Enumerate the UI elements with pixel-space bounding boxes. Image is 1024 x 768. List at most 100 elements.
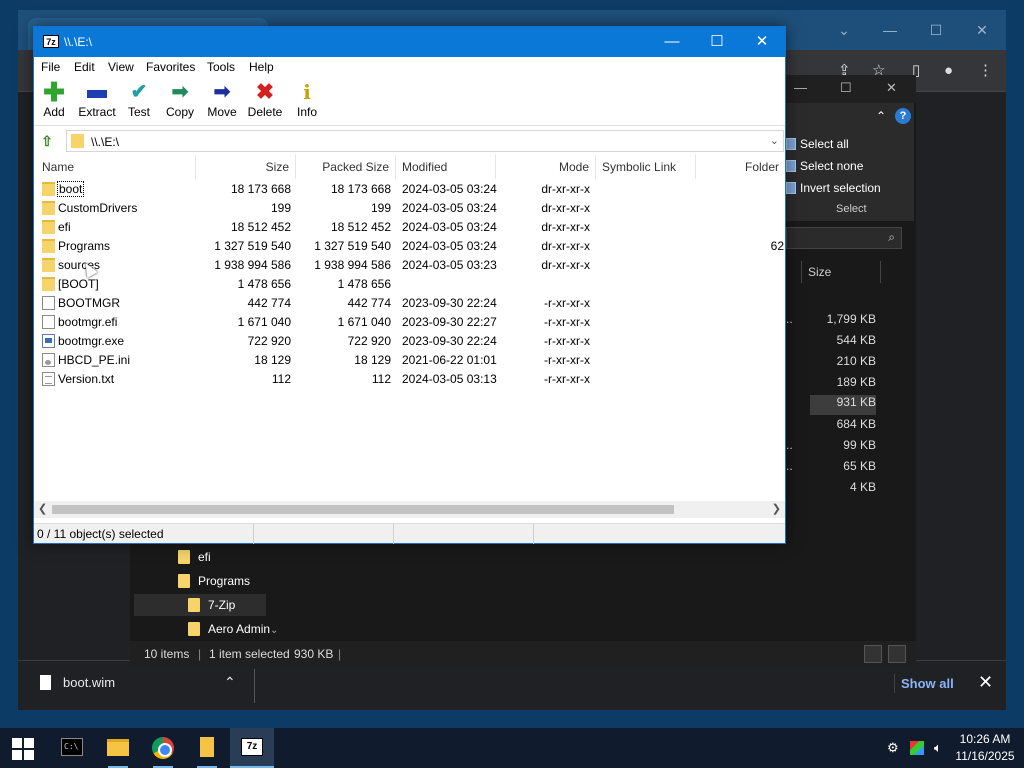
show-all-button[interactable]: Show all [894,674,960,693]
folder-icon [42,220,55,234]
add-icon: ✚ [43,77,65,107]
extract-icon [75,80,119,104]
nav-item-programs[interactable]: Programs [178,570,288,592]
ribbon-group-label: Select [836,203,867,215]
download-item[interactable]: boot.wim [40,675,115,690]
taskbar-chrome[interactable] [141,728,185,768]
tab-search-icon[interactable]: ⌄ [824,16,864,44]
chevron-up-icon[interactable]: ⌃ [224,674,236,691]
file-icon [42,334,55,348]
menu-favorites[interactable]: Favorites [146,60,195,74]
maximize-icon[interactable]: ☐ [840,80,852,96]
statusbar: 0 / 11 object(s) selected [34,523,785,544]
add-button[interactable]: ✚ Add [32,77,76,124]
taskbar-7zip[interactable]: 7z [230,728,274,768]
network-icon[interactable]: ⚙ [887,741,899,755]
move-button[interactable]: ➡ Move [200,80,244,124]
menu-icon[interactable]: ⋮ [978,62,993,80]
file-packed-size: 1 327 519 540 [314,239,391,253]
file-row[interactable]: bootmgr.efi 1 671 040 1 671 040 2023-09-30 … [34,313,785,332]
file-size: 65 KB [843,459,876,473]
menu-file[interactable]: File [41,60,60,74]
scroll-left-icon[interactable]: ❮ [38,502,47,515]
info-button[interactable]: i Info [285,80,329,124]
scrollbar-thumb[interactable] [52,505,674,514]
file-row[interactable]: CustomDrivers 199 199 2024-03-05 03:24 dr-xr… [34,199,785,218]
scroll-down-icon[interactable]: ⌄ [270,625,278,636]
file-name: Version.txt [58,372,115,386]
delete-button[interactable]: ✖ Delete [243,80,287,124]
copy-icon: ➡ [171,81,189,103]
file-row[interactable]: bootmgr.exe 722 920 722 920 2023-09-30 22:2… [34,332,785,351]
7zip-window: 7z \\.\E:\ — ☐ ✕ File Edit View Favorite… [33,26,786,544]
nav-item-7zip[interactable]: 7-Zip [134,594,266,616]
column-header-packed-size[interactable]: Packed Size [296,155,396,179]
column-header-name[interactable]: Name [36,155,196,179]
clock[interactable]: 10:26 AM 11/16/2025 [952,731,1018,765]
test-icon: ✔ [130,81,148,103]
close-icon[interactable]: ✕ [886,80,897,96]
minimize-icon[interactable]: — [794,80,807,95]
close-download-bar-icon[interactable]: ✕ [978,672,993,693]
file-name: [BOOT] [58,277,99,291]
file-row[interactable]: HBCD_PE.ini 18 129 18 129 2021-06-22 01:01 -… [34,351,785,370]
delete-icon: ✖ [255,79,275,104]
chevron-down-icon[interactable]: ⌄ [770,134,779,147]
column-header-mode[interactable]: Mode [496,155,596,179]
horizontal-scrollbar[interactable]: ❮ ❯ [34,501,785,518]
select-none-button[interactable]: Select none [786,159,863,173]
collapse-ribbon-icon[interactable]: ⌃ [876,109,886,123]
minimize-icon[interactable]: — [649,27,695,57]
copy-button[interactable]: ➡ Copy [158,80,202,124]
file-row[interactable]: efi 18 512 452 18 512 452 2024-03-05 03:24 d… [34,218,785,237]
column-header-symbolic-link[interactable]: Symbolic Link [596,155,696,179]
profile-icon[interactable]: ● [944,62,953,80]
details-view-icon[interactable] [864,645,882,663]
file-row[interactable]: [BOOT] 1 478 656 1 478 656 [34,275,785,294]
up-folder-icon[interactable]: ⇧ [38,132,56,150]
extract-button[interactable]: Extract [75,80,119,124]
file-mode: dr-xr-xr-x [541,258,590,272]
file-row[interactable]: Programs 1 327 519 540 1 327 519 540 2024-0… [34,237,785,256]
close-icon[interactable]: ✕ [962,16,1002,44]
close-icon[interactable]: ✕ [739,27,785,57]
file-row[interactable]: boot 18 173 668 18 173 668 2024-03-05 03:24… [34,180,785,199]
test-button[interactable]: ✔ Test [117,80,161,124]
file-name: efi [58,220,71,234]
status-item-count: 10 items [144,647,190,661]
file-size-selected[interactable]: 931 KB [810,395,876,415]
column-header-size[interactable]: Size [196,155,296,179]
start-button[interactable] [12,738,34,760]
column-header-size[interactable]: Size [801,261,881,283]
select-all-button[interactable]: Select all [786,137,849,151]
file-row[interactable]: sources 1 938 994 586 1 938 994 586 2024-03… [34,256,785,275]
help-icon[interactable]: ? [895,108,911,124]
volume-muted-icon[interactable]: 🔈︎ [934,741,942,755]
file-size: 442 774 [247,296,291,310]
file-size: 18 173 668 [230,182,291,196]
invert-selection-button[interactable]: Invert selection [786,181,881,195]
address-input[interactable]: \\.\E:\ ⌄ [66,130,784,152]
file-row[interactable]: Version.txt 112 112 2024-03-05 03:13 -r-xr-x… [34,370,785,389]
taskbar-file-explorer[interactable] [96,728,140,768]
maximize-icon[interactable]: ☐ [694,27,740,57]
minimize-icon[interactable]: — [870,16,910,44]
file-explorer-icon [107,739,129,756]
nav-item-efi[interactable]: efi [178,546,288,568]
menu-help[interactable]: Help [249,60,274,74]
large-icons-view-icon[interactable] [888,645,906,663]
scroll-right-icon[interactable]: ❯ [772,502,781,515]
menu-edit[interactable]: Edit [74,60,95,74]
taskbar-cmd[interactable]: C:\ [50,728,94,768]
maximize-icon[interactable]: ☐ [916,16,956,44]
column-header-modified[interactable]: Modified [396,155,496,179]
menu-tools[interactable]: Tools [207,60,235,74]
file-name: bootmgr.exe [58,334,125,348]
file-row[interactable]: BOOTMGR 442 774 442 774 2023-09-30 22:24 -r-… [34,294,785,313]
color-app-icon[interactable] [910,741,924,755]
file-size: 189 KB [836,375,876,389]
column-header-folders[interactable]: Folder [696,155,785,179]
search-box[interactable]: ⌕ [786,227,902,249]
taskbar-folder[interactable] [185,728,229,768]
menu-view[interactable]: View [108,60,134,74]
